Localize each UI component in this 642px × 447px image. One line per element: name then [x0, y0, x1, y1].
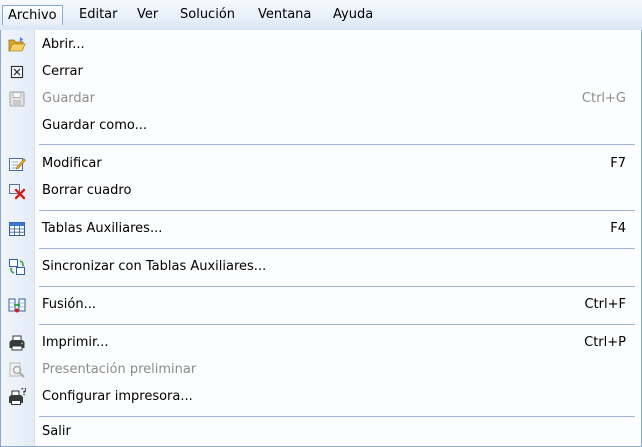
menu-separator — [39, 144, 635, 145]
menu-item-label: Configurar impresora... — [42, 389, 193, 404]
menu-item-salir[interactable]: Salir — [1, 419, 641, 445]
menu-item-abrir[interactable]: Abrir... — [1, 32, 641, 58]
menu-item-shortcut: F7 — [610, 156, 626, 171]
menu-item-label: Salir — [42, 424, 71, 439]
menu-item-tablas-auxiliares[interactable]: Tablas Auxiliares... F4 — [1, 216, 641, 242]
menu-item-guardar[interactable]: Guardar Ctrl+G — [1, 86, 641, 112]
archivo-dropdown-menu: Abrir... Cerrar Guardar Ctrl+G Guardar c… — [0, 30, 642, 447]
printer-icon — [8, 334, 26, 352]
menu-item-modificar[interactable]: Modificar F7 — [1, 151, 641, 177]
folder-open-icon — [8, 36, 26, 54]
menu-separator — [39, 324, 635, 325]
menu-item-shortcut: F4 — [610, 221, 626, 236]
menu-item-label: Abrir... — [42, 37, 85, 52]
menu-item-label: Fusión... — [42, 297, 96, 312]
sync-tables-icon — [8, 258, 26, 276]
menu-item-shortcut: Ctrl+F — [584, 297, 626, 312]
delete-box-icon — [8, 182, 26, 200]
menu-item-shortcut: Ctrl+G — [581, 91, 626, 106]
menu-item-borrar-cuadro[interactable]: Borrar cuadro — [1, 178, 641, 204]
menu-item-guardar-como[interactable]: Guardar como... — [1, 113, 641, 139]
menu-editar[interactable]: Editar — [73, 5, 124, 25]
menu-item-label: Sincronizar con Tablas Auxiliares... — [42, 259, 267, 274]
menu-separator — [39, 416, 635, 417]
menu-item-label: Guardar como... — [42, 118, 147, 133]
menu-ver[interactable]: Ver — [131, 5, 164, 25]
printer-setup-icon — [8, 386, 27, 406]
menu-ayuda[interactable]: Ayuda — [327, 5, 379, 25]
close-box-icon — [8, 63, 26, 81]
menu-separator — [39, 248, 635, 249]
menu-item-configurar-impresora[interactable]: Configurar impresora... — [1, 384, 641, 410]
save-disk-icon — [8, 90, 26, 108]
menu-item-shortcut: Ctrl+P — [584, 335, 626, 350]
menu-item-label: Modificar — [42, 156, 102, 171]
menu-item-cerrar[interactable]: Cerrar — [1, 59, 641, 85]
print-preview-icon — [8, 361, 26, 379]
menu-ventana[interactable]: Ventana — [252, 5, 317, 25]
menu-bar: Archivo Editar Ver Solución Ventana Ayud… — [0, 0, 642, 31]
menu-item-label: Tablas Auxiliares... — [42, 221, 163, 236]
menu-item-label: Cerrar — [42, 64, 83, 79]
menu-separator — [39, 286, 635, 287]
menu-separator — [39, 210, 635, 211]
menu-item-sincronizar[interactable]: Sincronizar con Tablas Auxiliares... — [1, 254, 641, 280]
menu-item-fusion[interactable]: Fusión... Ctrl+F — [1, 292, 641, 318]
edit-form-icon — [8, 155, 27, 173]
menu-item-presentacion-preliminar[interactable]: Presentación preliminar — [1, 357, 641, 383]
merge-icon — [8, 296, 26, 314]
menu-archivo[interactable]: Archivo — [2, 5, 63, 25]
menu-item-label: Guardar — [42, 91, 95, 106]
menu-solucion[interactable]: Solución — [174, 5, 241, 25]
menu-item-label: Presentación preliminar — [42, 362, 197, 377]
menu-item-label: Imprimir... — [42, 335, 109, 350]
menu-item-imprimir[interactable]: Imprimir... Ctrl+P — [1, 330, 641, 356]
table-grid-icon — [8, 220, 26, 238]
menu-item-label: Borrar cuadro — [42, 183, 132, 198]
